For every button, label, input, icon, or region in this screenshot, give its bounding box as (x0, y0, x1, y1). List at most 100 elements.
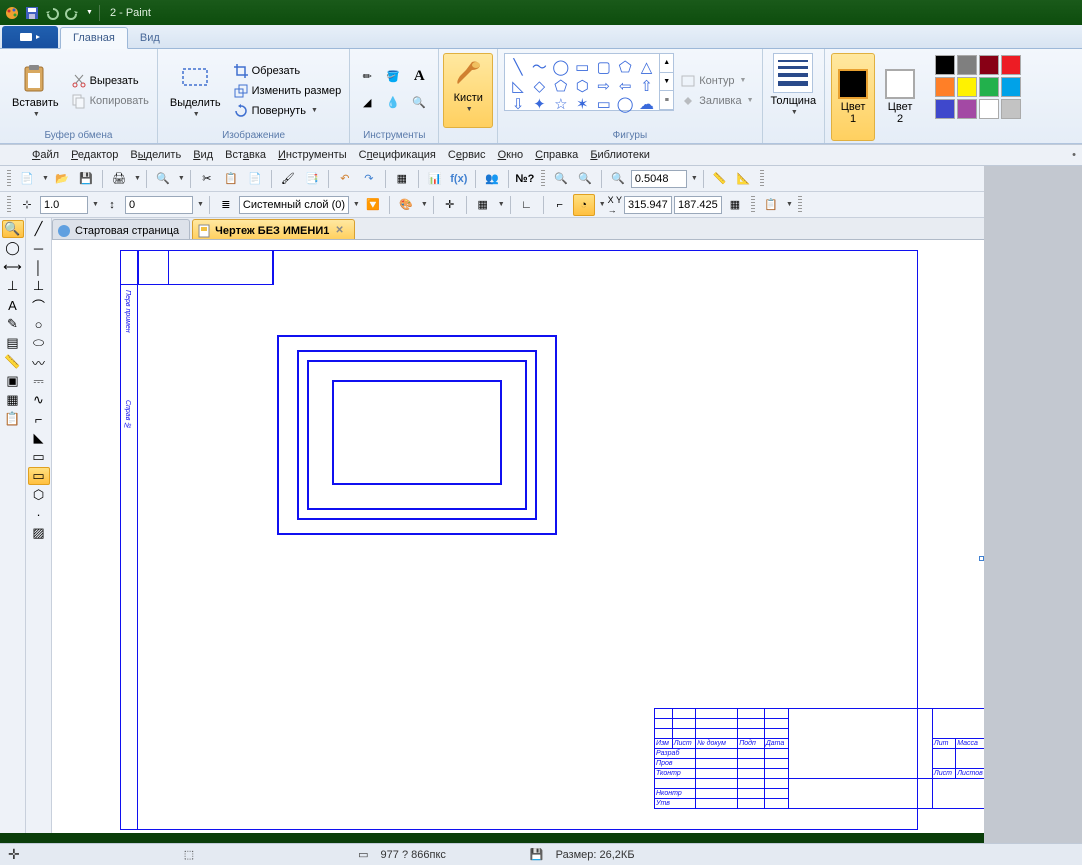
round-icon[interactable]: ◔ (573, 194, 595, 216)
dtool-polyline[interactable]: ⎓ (28, 372, 50, 390)
dtool-hline[interactable]: ─ (28, 239, 50, 257)
vtool-report[interactable]: 📋 (2, 410, 24, 428)
shape-arrow-d[interactable]: ⇩ (507, 95, 528, 113)
vtool-select[interactable]: ▣ (2, 372, 24, 390)
dtool-spline[interactable]: 〰 (28, 353, 50, 371)
undo-icon[interactable] (44, 5, 60, 21)
shape-star6[interactable]: ✶ (572, 95, 593, 113)
cut-button[interactable]: Вырезать (69, 72, 151, 90)
extra-icon[interactable]: 📋 (760, 194, 782, 216)
save-icon[interactable]: 💾 (75, 168, 97, 190)
dtool-arc[interactable]: ⌒ (28, 296, 50, 314)
redo-icon[interactable] (64, 5, 80, 21)
undo-icon[interactable]: ↶ (334, 168, 356, 190)
shape-curve[interactable]: 〜 (529, 56, 550, 77)
dtool-ellipse[interactable]: ⬭ (28, 334, 50, 352)
rotate-button[interactable]: Повернуть▼ (231, 102, 344, 120)
coord-y-input[interactable] (674, 196, 722, 214)
shape-arrow-u[interactable]: ⇧ (636, 77, 657, 95)
variables-icon[interactable]: 📊 (424, 168, 446, 190)
dtool-segment[interactable]: ╱ (28, 220, 50, 238)
dtool-circle[interactable]: ○ (28, 315, 50, 333)
palette-swatch[interactable] (1001, 77, 1021, 97)
vtool-spec[interactable]: ▦ (2, 391, 24, 409)
zoom-out-icon[interactable]: 🔍 (574, 168, 596, 190)
shape-arrow-r[interactable]: ⇨ (593, 77, 614, 95)
dtool-polygon[interactable]: ⬡ (28, 486, 50, 504)
dtool-perp[interactable]: ⊥ (28, 277, 50, 295)
palette-swatch[interactable] (957, 99, 977, 119)
color1-button[interactable]: Цвет 1 (831, 53, 875, 141)
shape-roundrect[interactable]: ▢ (593, 56, 614, 77)
dtool-rect2[interactable]: ▭ (28, 448, 50, 466)
tab-view[interactable]: Вид (128, 28, 172, 48)
fill-shape-button[interactable]: Заливка▼ (678, 92, 755, 110)
menu-spec[interactable]: Спецификация (359, 149, 436, 161)
eraser-tool[interactable]: ◢ (356, 92, 378, 114)
brushes-button[interactable]: Кисти ▼ (443, 53, 493, 128)
magnifier-tool[interactable]: 🔍 (408, 92, 430, 114)
shapes-scroll-up[interactable]: ▲ (660, 54, 673, 73)
outline-button[interactable]: Контур▼ (678, 72, 755, 90)
menu-service[interactable]: Сервис (448, 149, 486, 161)
shape-star5[interactable]: ☆ (550, 95, 571, 113)
eyedropper-tool[interactable]: 💧 (382, 92, 404, 114)
zoom-fit-icon[interactable]: 🔍 (607, 168, 629, 190)
menu-insert[interactable]: Вставка (225, 149, 266, 161)
menu-select[interactable]: Выделить (130, 149, 181, 161)
crop-button[interactable]: Обрезать (231, 62, 344, 80)
color2-button[interactable]: Цвет 2 (879, 53, 921, 141)
layer-filter-icon[interactable]: 🔽 (362, 194, 384, 216)
fx-icon[interactable]: f(x) (448, 168, 470, 190)
menu-instruments[interactable]: Инструменты (278, 149, 347, 161)
tab-drawing[interactable]: Чертеж БЕЗ ИМЕНИ1 ✕ (192, 219, 355, 239)
redo-icon[interactable]: ↷ (358, 168, 380, 190)
open-icon[interactable]: 📂 (51, 168, 73, 190)
save-icon[interactable] (24, 5, 40, 21)
vtool-symbol[interactable]: ⊥ (2, 277, 24, 295)
paste-icon[interactable]: 📄 (244, 168, 266, 190)
local-cs-icon[interactable]: ⌐ (549, 194, 571, 216)
dtool-vline[interactable]: │ (28, 258, 50, 276)
dtool-rect[interactable]: ▭ (28, 467, 50, 485)
new-doc-icon[interactable]: 📄 (16, 168, 38, 190)
cut-icon[interactable]: ✂ (196, 168, 218, 190)
vtool-measure[interactable]: 📏 (2, 353, 24, 371)
help-icon[interactable]: №? (514, 168, 536, 190)
close-tab-icon[interactable]: ✕ (335, 225, 343, 236)
ruler2-icon[interactable]: 📐 (733, 168, 755, 190)
resize-button[interactable]: Изменить размер (231, 82, 344, 100)
shape-hexagon[interactable]: ⬡ (572, 77, 593, 95)
preview-icon[interactable]: 🔍 (152, 168, 174, 190)
tab-start-page[interactable]: Стартовая страница (52, 219, 190, 239)
thickness-button[interactable] (773, 53, 813, 93)
shape-oval[interactable]: ◯ (550, 56, 571, 77)
paste-button[interactable]: Вставить ▼ (6, 53, 65, 128)
menu-libs[interactable]: Библиотеки (590, 149, 650, 161)
shape-line[interactable]: ╲ (507, 56, 528, 77)
coord-x-input[interactable] (624, 196, 672, 214)
palette-swatch[interactable] (1001, 99, 1021, 119)
menu-file[interactable]: Файл (32, 149, 59, 161)
shape-star4[interactable]: ✦ (529, 95, 550, 113)
zoom-value-input[interactable] (631, 170, 687, 188)
layer-style-icon[interactable]: ≣ (215, 194, 237, 216)
ruler1-icon[interactable]: 📏 (709, 168, 731, 190)
tab-main[interactable]: Главная (60, 27, 128, 49)
color-icon[interactable]: 🎨 (395, 194, 417, 216)
print-icon[interactable]: 🖨 (108, 168, 130, 190)
vtool-zoom[interactable]: 🔍 (2, 220, 24, 238)
copy-icon[interactable]: 📋 (220, 168, 242, 190)
vtool-edit[interactable]: ✎ (2, 315, 24, 333)
shape-polygon[interactable]: ⬠ (614, 56, 635, 77)
palette-swatch[interactable] (957, 77, 977, 97)
shape-diamond[interactable]: ◇ (529, 77, 550, 95)
file-menu-button[interactable] (2, 26, 58, 48)
shape-pentagon[interactable]: ⬠ (550, 77, 571, 95)
layer-select[interactable] (239, 196, 349, 214)
canvas-resize-handle[interactable] (979, 556, 984, 561)
palette-swatch[interactable] (979, 77, 999, 97)
palette-swatch[interactable] (1001, 55, 1021, 75)
crosshair-icon[interactable]: ✛ (439, 194, 461, 216)
palette-swatch[interactable] (979, 99, 999, 119)
